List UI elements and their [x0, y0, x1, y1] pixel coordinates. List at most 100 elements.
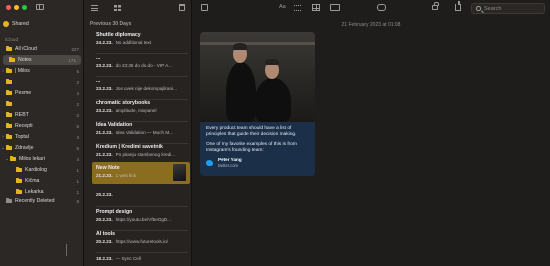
note-list-item[interactable]: Prompt design 20.2.23. https://youtu.be/V…: [96, 209, 188, 231]
note-list-item[interactable]: Shuttle diplomacy 24.2.23. No additional …: [96, 32, 188, 54]
note-preview: No additional text: [115, 40, 152, 45]
note-date: 21.2.23.: [96, 130, 113, 135]
sidebar-item-rebt[interactable]: REBT 2: [0, 110, 84, 120]
note-list-item[interactable]: AI tools 20.2.23. https://www.futuretools…: [96, 231, 188, 253]
close-window-button[interactable]: [6, 5, 11, 10]
sidebar-item-all-icloud[interactable]: All iCloud 227: [0, 44, 84, 54]
folder-icon: [6, 100, 12, 107]
sidebar-item-recepti[interactable]: Recepti 6: [0, 121, 84, 131]
note-preview: 1 web link: [115, 173, 137, 178]
folder-icon: [6, 78, 12, 85]
folder-icon: [10, 155, 16, 162]
sidebar-item-count: 171: [68, 57, 76, 63]
sidebar-item-count: 4: [76, 90, 79, 96]
checklist-icon[interactable]: [294, 5, 301, 11]
note-meta: 23.2.23. do 23:36 do do do - VIP A...: [96, 63, 188, 68]
sidebar-item-recently-deleted[interactable]: Recently Deleted 8: [0, 196, 84, 206]
author-site: twitter.com: [218, 163, 239, 168]
link-preview-text: Every product team should have a list of…: [206, 126, 310, 158]
link-preview-card[interactable]: Every product team should have a list of…: [200, 32, 315, 176]
toggle-sidebar-icon[interactable]: [36, 4, 44, 10]
note-list-item[interactable]: ... 23.2.23. Jos uvek nije dekompajlirani…: [96, 78, 188, 100]
table-icon[interactable]: [312, 4, 320, 11]
sidebar-item-milos[interactable]: › | Milos 5: [0, 66, 84, 76]
note-list-section-header: Previous 30 Days: [90, 21, 132, 27]
shared-icon: [3, 21, 9, 27]
note-meta: 20.2.23. https://www.futuretools.io/: [96, 239, 188, 244]
note-meta: 24.2.23. No additional text: [96, 40, 188, 45]
note-title: Idea Validation: [96, 122, 133, 128]
folder-icon: [16, 177, 22, 184]
note-list-item[interactable]: chromatic storybooks 23.2.23. amplitude, …: [96, 100, 188, 122]
sidebar-item-label: Lekarka: [25, 189, 44, 195]
author-name: Peter Yang: [218, 157, 242, 162]
note-title: ...: [96, 78, 101, 84]
sidebar-item-count: 2: [76, 112, 79, 118]
list-view-icon[interactable]: [91, 5, 98, 11]
sidebar-item-count: 3: [76, 134, 79, 140]
note-date: 21.2.23.: [96, 152, 113, 157]
trash-folder-icon: [6, 197, 12, 204]
sidebar-item-kardiolog[interactable]: Kardiolog 1: [0, 165, 84, 175]
collaborate-icon[interactable]: [377, 4, 386, 11]
sidebar-item-notes[interactable]: Notes 171: [3, 55, 81, 65]
note-timestamp: 21 February 2023 at 01:08: [341, 22, 401, 28]
sidebar-item-folder[interactable]: 2: [0, 77, 84, 87]
folder-icon: [16, 188, 22, 195]
sidebar-item-toptal[interactable]: › Toptal 3: [0, 132, 84, 142]
media-icon[interactable]: [330, 4, 340, 11]
note-date: 20.2.23.: [96, 239, 113, 244]
note-title: Shuttle diplomacy: [96, 32, 141, 38]
sidebar-item-count: 6: [76, 145, 79, 151]
lock-icon[interactable]: [432, 2, 439, 10]
share-icon[interactable]: [455, 1, 461, 11]
note-list-item[interactable]: ... 23.2.23. do 23:36 do do do - VIP A...: [96, 55, 188, 77]
sidebar-scrollbar[interactable]: [66, 244, 67, 256]
sidebar-item-count: 1: [76, 178, 79, 184]
note-preview: https://www.futuretools.io/: [115, 239, 168, 244]
sidebar-item-label: Recently Deleted: [15, 198, 55, 204]
search-input[interactable]: Search: [471, 3, 545, 14]
compose-icon[interactable]: [201, 4, 208, 11]
sidebar-item-label: Toptal: [15, 134, 29, 140]
sidebar-item-count: 2: [76, 79, 79, 85]
sidebar-item-count: 8: [76, 198, 79, 204]
sidebar-item-label: Notes: [18, 57, 32, 63]
folder-icon: [9, 56, 15, 63]
sidebar-item-label: All iCloud: [15, 46, 37, 52]
note-date: 21.2.23.: [96, 173, 113, 178]
sidebar-item-folder[interactable]: 2: [0, 99, 84, 109]
note-list-item-selected[interactable]: New Note 21.2.23. 1 web link: [92, 162, 190, 184]
sidebar-section-icloud: iCloud: [5, 37, 19, 42]
sidebar-item-zdravlje[interactable]: ⌄ Zdravlje 6: [0, 143, 84, 153]
note-meta: 18.2.23. — Sync Cell: [96, 256, 188, 261]
sidebar-item-label: Shared: [12, 21, 29, 27]
folder-icon: [6, 111, 12, 118]
note-preview: https://youtu.be/Vf5eOgD...: [115, 217, 172, 222]
folder-icon: [6, 133, 12, 140]
note-list-item[interactable]: Idea Validation 21.2.23. Idea Validation …: [96, 122, 188, 144]
search-placeholder: Search: [484, 5, 502, 12]
trash-icon[interactable]: [179, 4, 185, 11]
sidebar-item-shared[interactable]: Shared: [0, 19, 84, 29]
note-meta: 20.2.23.: [96, 192, 188, 197]
note-list-item[interactable]: 18.2.23. — Sync Cell: [96, 254, 188, 266]
minimize-window-button[interactable]: [14, 5, 19, 10]
note-date: 24.2.23.: [96, 40, 113, 45]
gallery-view-icon[interactable]: [114, 5, 121, 11]
sidebar-item-count: 5: [76, 68, 79, 74]
format-text-icon[interactable]: Aa: [279, 4, 286, 14]
folder-icon: [6, 122, 12, 129]
note-preview: Po pitanju stambenog kredi...: [115, 152, 176, 157]
sidebar-item-label: Milos lekari: [19, 156, 45, 162]
sidebar-item-count: 227: [71, 46, 79, 52]
sidebar-item-milos-lekari[interactable]: ⌄ Milos lekari 4: [0, 154, 84, 164]
sidebar-item-label: Zdravlje: [15, 145, 34, 151]
search-icon: [476, 6, 481, 11]
sidebar-item-kicma[interactable]: Kičma 1: [0, 176, 84, 186]
note-list-item[interactable]: 20.2.23.: [96, 190, 188, 207]
window-controls: [6, 5, 27, 10]
zoom-window-button[interactable]: [22, 5, 27, 10]
sidebar-item-pesme[interactable]: Pesme 4: [0, 88, 84, 98]
note-meta: 20.2.23. https://youtu.be/Vf5eOgD...: [96, 217, 188, 222]
